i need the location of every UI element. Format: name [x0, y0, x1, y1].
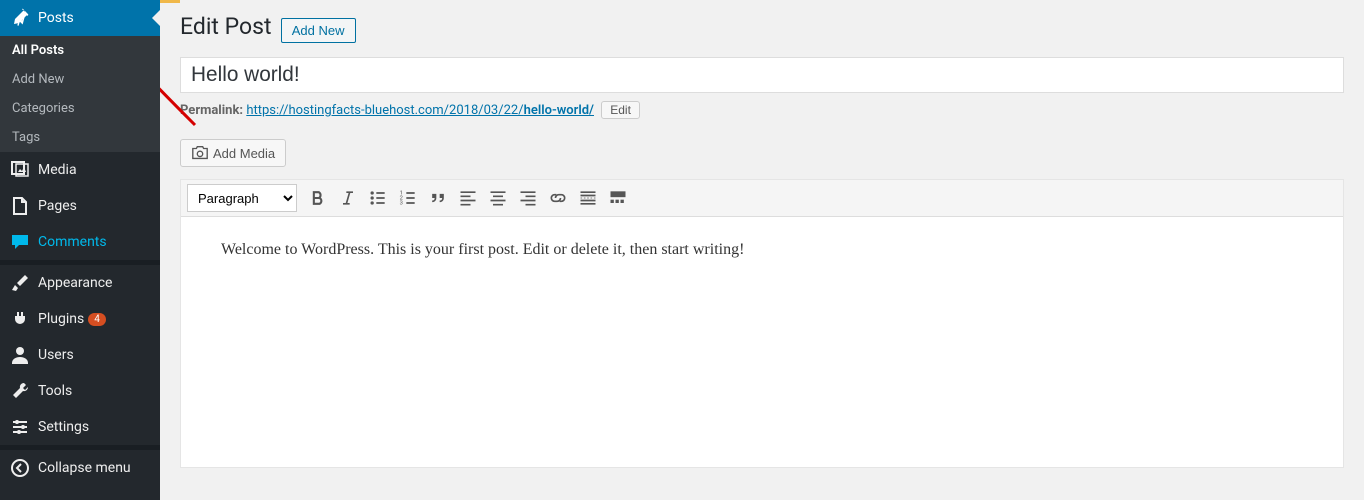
sidebar-item-plugins[interactable]: Plugins 4 [0, 301, 160, 337]
editor-body[interactable]: Welcome to WordPress. This is your first… [181, 217, 1343, 467]
sidebar-item-settings[interactable]: Settings [0, 409, 160, 445]
sidebar-item-label: Posts [38, 10, 74, 26]
sidebar-item-users[interactable]: Users [0, 337, 160, 373]
permalink-base: https://hostingfacts-bluehost.com/2018/0… [246, 103, 523, 118]
wrench-icon [10, 381, 30, 401]
brush-icon [10, 273, 30, 293]
sidebar-item-label: Plugins [38, 311, 84, 327]
page-title: Edit Post [180, 13, 272, 40]
align-center-button[interactable] [483, 183, 513, 213]
collapse-icon [10, 458, 30, 478]
sidebar-item-label: Pages [38, 198, 77, 214]
permalink-row: Permalink: https://hostingfacts-bluehost… [180, 101, 1344, 119]
sidebar-item-tools[interactable]: Tools [0, 373, 160, 409]
toolbar-toggle-button[interactable] [603, 183, 633, 213]
media-icon [10, 160, 30, 180]
camera-music-icon [191, 144, 209, 162]
add-media-label: Add Media [213, 146, 275, 161]
sidebar-item-posts[interactable]: Posts [0, 0, 160, 36]
sidebar-submenu-posts: All Posts Add New Categories Tags [0, 36, 160, 152]
sidebar-item-appearance[interactable]: Appearance [0, 265, 160, 301]
align-right-button[interactable] [513, 183, 543, 213]
post-title-input[interactable] [180, 57, 1344, 93]
sliders-icon [10, 417, 30, 437]
sidebar-sub-add-new[interactable]: Add New [0, 65, 160, 94]
sidebar-item-pages[interactable]: Pages [0, 188, 160, 224]
sidebar-item-label: Settings [38, 419, 89, 435]
bullet-list-button[interactable] [363, 183, 393, 213]
sidebar-item-comments[interactable]: Comments [0, 224, 160, 260]
sidebar-item-media[interactable]: Media [0, 152, 160, 188]
align-left-button[interactable] [453, 183, 483, 213]
comment-icon [10, 232, 30, 252]
link-button[interactable] [543, 183, 573, 213]
numbered-list-button[interactable]: 123 [393, 183, 423, 213]
sidebar-sub-categories[interactable]: Categories [0, 94, 160, 123]
add-media-button[interactable]: Add Media [180, 139, 286, 167]
admin-sidebar: Posts All Posts Add New Categories Tags … [0, 0, 160, 500]
permalink-link[interactable]: https://hostingfacts-bluehost.com/2018/0… [246, 103, 594, 118]
plugins-update-badge: 4 [88, 313, 106, 326]
format-select[interactable]: Paragraph [187, 184, 297, 212]
sidebar-item-label: Media [38, 162, 77, 178]
plug-icon [10, 309, 30, 329]
editor-toolbar: Paragraph 123 [181, 180, 1343, 217]
permalink-label: Permalink: [180, 103, 243, 118]
top-accent-bar [160, 0, 180, 3]
editor-container: Paragraph 123 Welcome to WordPress. This… [180, 179, 1344, 468]
sidebar-item-collapse[interactable]: Collapse menu [0, 450, 160, 486]
edit-slug-button[interactable]: Edit [601, 101, 640, 119]
sidebar-item-label: Users [38, 347, 74, 363]
main-content: Edit Post Add New Permalink: https://hos… [160, 0, 1364, 500]
sidebar-item-label: Comments [38, 234, 107, 250]
user-icon [10, 345, 30, 365]
sidebar-sub-all-posts[interactable]: All Posts [0, 36, 160, 65]
sidebar-sub-tags[interactable]: Tags [0, 123, 160, 152]
read-more-button[interactable] [573, 183, 603, 213]
svg-text:3: 3 [400, 201, 403, 207]
blockquote-button[interactable] [423, 183, 453, 213]
bold-button[interactable] [303, 183, 333, 213]
sidebar-item-label: Tools [38, 383, 72, 399]
page-icon [10, 196, 30, 216]
pushpin-icon [10, 8, 30, 28]
add-new-button[interactable]: Add New [281, 18, 356, 43]
sidebar-item-label: Appearance [38, 275, 112, 291]
sidebar-item-label: Collapse menu [38, 460, 131, 476]
italic-button[interactable] [333, 183, 363, 213]
permalink-slug: hello-world/ [524, 103, 594, 118]
